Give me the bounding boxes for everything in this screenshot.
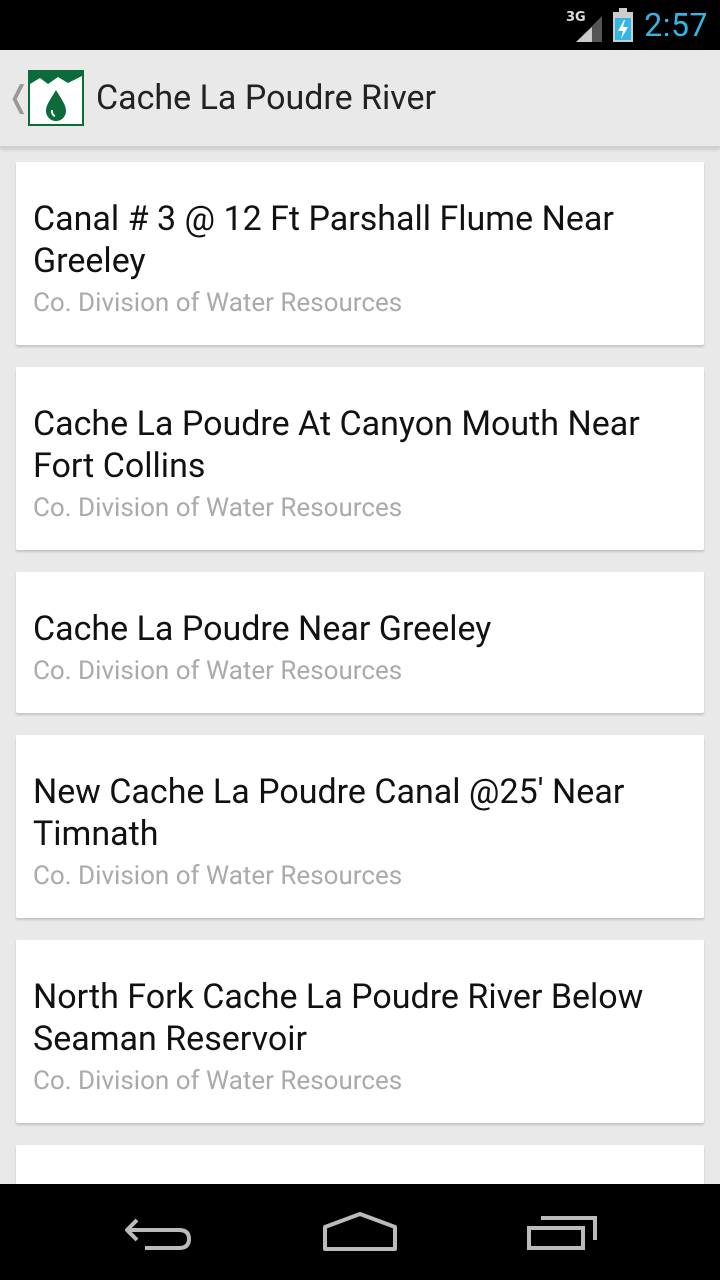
station-name: Cache La Poudre Near Greeley xyxy=(33,609,492,649)
page-title: Cache La Poudre River xyxy=(96,78,437,118)
station-source: Co. Division of Water Resources xyxy=(33,861,403,891)
status-bar: 3G 2:57 xyxy=(0,0,720,50)
recents-button[interactable] xyxy=(512,1204,612,1260)
station-source: Co. Division of Water Resources xyxy=(33,1066,403,1096)
network-signal-icon: 3G xyxy=(566,10,603,42)
station-source: Co. Division of Water Resources xyxy=(33,493,403,523)
clock: 2:57 xyxy=(644,6,708,44)
back-button[interactable] xyxy=(110,1204,210,1260)
station-source: Co. Division of Water Resources xyxy=(33,288,403,318)
station-card[interactable]: North Fork Cache La Poudre River Below S… xyxy=(16,940,704,1123)
station-card[interactable]: Canal # 3 @ 12 Ft Parshall Flume Near Gr… xyxy=(16,162,704,345)
station-card[interactable]: Cache La Poudre Near Greeley Co. Divisio… xyxy=(16,572,704,713)
navigation-bar xyxy=(0,1184,720,1280)
back-icon xyxy=(125,1218,192,1250)
station-card[interactable]: New Cache La Poudre Canal @25' Near Timn… xyxy=(16,735,704,918)
recents-icon xyxy=(527,1216,597,1250)
up-navigation-icon[interactable]: ❬ xyxy=(6,83,31,113)
station-card[interactable]: Cache La Poudre At Canyon Mouth Near For… xyxy=(16,367,704,550)
action-bar: ❬ Cache La Poudre River xyxy=(0,50,720,148)
station-name: New Cache La Poudre Canal @25' Near Timn… xyxy=(33,772,625,854)
app-logo-icon[interactable] xyxy=(28,70,84,126)
home-button[interactable] xyxy=(310,1204,410,1260)
station-name: Canal # 3 @ 12 Ft Parshall Flume Near Gr… xyxy=(33,199,614,281)
home-icon xyxy=(323,1212,397,1251)
station-source: Co. Division of Water Resources xyxy=(33,656,403,686)
station-name: Cache La Poudre At Canyon Mouth Near For… xyxy=(33,404,640,486)
network-type-label: 3G xyxy=(566,10,586,25)
battery-charging-icon xyxy=(613,8,634,42)
station-list: Canal # 3 @ 12 Ft Parshall Flume Near Gr… xyxy=(16,162,704,1227)
station-name: North Fork Cache La Poudre River Below S… xyxy=(33,977,644,1059)
status-icons: 3G 2:57 xyxy=(566,0,708,50)
